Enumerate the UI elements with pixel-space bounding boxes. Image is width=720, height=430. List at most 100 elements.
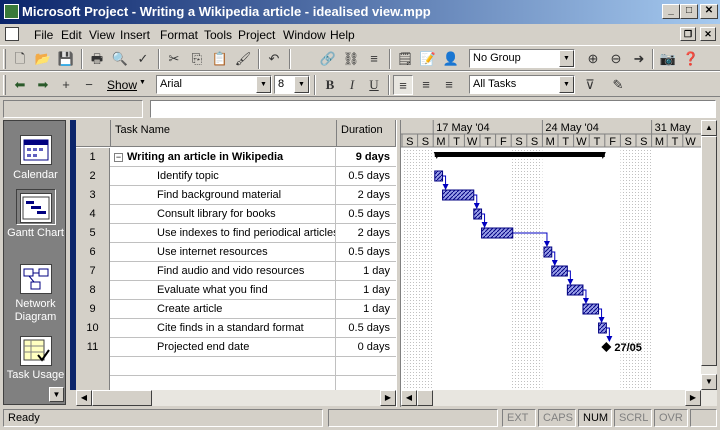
task-name-cell[interactable]: Projected end date [111,338,336,357]
align-center-icon[interactable]: ≡ [416,75,436,95]
italic-button[interactable]: I [342,75,362,95]
menu-file[interactable]: File [34,28,53,42]
duration-cell[interactable]: 1 day [337,300,394,319]
scroll-left-button[interactable]: ◀ [76,390,92,406]
task-name-cell[interactable]: Evaluate what you find [111,281,336,300]
unlink-tasks-icon[interactable]: ⛓ [341,49,361,69]
duration-cell[interactable]: 1 day [337,281,394,300]
task-information-icon[interactable]: 🗒 [395,49,415,69]
table-row[interactable]: 2 Identify topic 0.5 days [76,167,396,186]
vertical-scrollbar[interactable]: ▲ ▼ [701,120,717,390]
menu-view[interactable]: View [89,28,115,42]
task-name-cell[interactable]: Find audio and vido resources [111,262,336,281]
row-id[interactable]: 11 [76,338,110,357]
gantt-chart-view-label[interactable]: Gantt Chart [4,227,67,240]
duration-cell[interactable]: 0.5 days [337,319,394,338]
font-size-select[interactable]: 8 ▼ [274,75,310,94]
task-name-cell[interactable]: Use indexes to find periodical articles [111,224,336,243]
view-bar-scroll-down[interactable]: ▼ [49,387,64,402]
row-id[interactable]: 5 [76,224,110,243]
menu-format[interactable]: Format [160,28,198,42]
row-id[interactable] [76,376,110,390]
format-painter-icon[interactable]: 🖌 [233,49,253,69]
scroll-up-button[interactable]: ▲ [701,120,717,136]
scroll-down-button[interactable]: ▼ [701,374,717,390]
go-to-selected-task-icon[interactable]: ➜ [629,49,649,69]
table-row[interactable]: 8 Evaluate what you find 1 day [76,281,396,300]
collapse-icon[interactable]: − [114,152,123,162]
underline-button[interactable]: U [364,75,384,95]
duration-cell[interactable]: 0.5 days [337,243,394,262]
bold-button[interactable]: B [320,75,340,95]
menu-tools[interactable]: Tools [204,28,232,42]
task-name-cell[interactable]: Find background material [111,186,336,205]
vertical-scroll-thumb[interactable] [701,136,717,366]
calendar-view-label[interactable]: Calendar [4,169,67,182]
network-diagram-icon[interactable] [20,264,52,294]
task-notes-icon[interactable]: 📝 [418,49,438,69]
show-button[interactable]: Show [107,78,137,92]
table-row[interactable]: 1− Writing an article in Wikipedia 9 days [76,148,396,167]
menu-project[interactable]: Project [238,28,275,42]
task-name-cell[interactable]: Consult library for books [111,205,336,224]
outdent-icon[interactable]: ⬅ [10,75,30,95]
minimize-button[interactable]: _ [662,4,680,19]
maximize-button[interactable]: □ [680,4,698,19]
zoom-out-icon[interactable]: ⊖ [606,49,626,69]
toolbar-grip[interactable] [3,75,6,95]
chevron-down-icon[interactable]: ▼ [294,76,309,93]
row-id[interactable]: 2 [76,167,110,186]
spelling-icon[interactable]: ✓ [133,49,153,69]
duration-cell[interactable]: 0.5 days [337,167,394,186]
copy-picture-icon[interactable]: 📷 [658,49,678,69]
autofilter-icon[interactable]: ⊽ [580,75,600,95]
show-subtasks-icon[interactable]: + [56,75,76,95]
project-app-icon[interactable] [4,4,19,19]
row-id[interactable]: 6 [76,243,110,262]
table-row[interactable]: 9 Create article 1 day [76,300,396,319]
table-row[interactable]: 4 Consult library for books 0.5 days [76,205,396,224]
menu-window[interactable]: Window [283,28,326,42]
duration-cell[interactable]: 9 days [337,148,394,167]
row-id[interactable]: 7 [76,262,110,281]
document-icon[interactable] [5,27,19,41]
font-select[interactable]: Arial ▼ [156,75,272,94]
chevron-down-icon[interactable]: ▼ [559,76,574,93]
task-name-cell[interactable]: Cite finds in a standard format [111,319,336,338]
print-preview-icon[interactable]: 🔍 [110,49,130,69]
gantt-horizontal-scrollbar[interactable]: ◀ ▶ [401,390,717,406]
document-restore-button[interactable]: ❐ [680,27,696,41]
save-icon[interactable]: 💾 [56,49,76,69]
task-name-cell[interactable]: − Writing an article in Wikipedia [111,148,336,167]
table-row[interactable]: 3 Find background material 2 days [76,186,396,205]
table-row[interactable]: 10 Cite finds in a standard format 0.5 day… [76,319,396,338]
row-id[interactable]: 8 [76,281,110,300]
select-all-corner[interactable] [76,120,111,147]
column-header-duration[interactable]: Duration [337,120,396,147]
scroll-right-button[interactable]: ▶ [685,390,701,406]
align-right-icon[interactable]: ≡ [439,75,459,95]
task-name-cell[interactable]: Create article [111,300,336,319]
table-row[interactable]: 6 Use internet resources 0.5 days [76,243,396,262]
group-by-select[interactable]: No Group ▼ [469,49,575,68]
menu-insert[interactable]: Insert [120,28,150,42]
cut-icon[interactable]: ✂ [164,49,184,69]
duration-cell[interactable]: 1 day [337,262,394,281]
menu-edit[interactable]: Edit [61,28,82,42]
column-header-task-name[interactable]: Task Name [111,120,337,147]
network-diagram-view-label[interactable]: Network Diagram [4,298,67,324]
toolbar-grip[interactable] [3,49,6,69]
gantt-chart-icon[interactable] [20,193,52,223]
empty-row[interactable] [76,357,396,376]
row-id[interactable]: 4 [76,205,110,224]
task-name-cell[interactable]: Identify topic [111,167,336,186]
table-horizontal-scrollbar[interactable]: ◀ ▶ [76,390,396,406]
print-icon[interactable]: 🖶 [87,49,107,69]
filter-select[interactable]: All Tasks ▼ [469,75,575,94]
duration-cell[interactable]: 0.5 days [337,205,394,224]
gantt-chart-wizard-icon[interactable]: ✎ [608,75,628,95]
task-usage-icon[interactable] [20,336,52,366]
table-row[interactable]: 5 Use indexes to find periodical articles… [76,224,396,243]
row-id[interactable]: 3 [76,186,110,205]
link-tasks-icon[interactable]: 🔗 [318,49,338,69]
